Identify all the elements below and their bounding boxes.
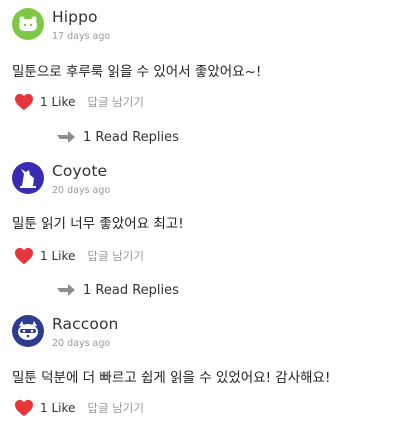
username: Raccoon	[52, 315, 119, 333]
comment-actions: 1 Like 답글 남기기	[14, 399, 144, 417]
timestamp: 17 days ago	[52, 31, 111, 42]
like-button[interactable]: 1 Like	[14, 93, 75, 111]
reply-button[interactable]: 답글 남기기	[87, 400, 144, 416]
comment-text: 밀툰으로 후루룩 읽을 수 있어서 좋았어요~!	[12, 64, 262, 80]
avatar[interactable]	[12, 162, 44, 194]
like-button[interactable]: 1 Like	[14, 399, 75, 417]
avatar[interactable]	[12, 315, 44, 347]
read-replies-label: 1 Read Replies	[83, 282, 179, 298]
reply-button[interactable]: 답글 남기기	[87, 94, 144, 110]
read-replies-button[interactable]: 1 Read Replies	[56, 280, 179, 300]
comment-actions: 1 Like 답글 남기기	[14, 93, 144, 111]
hippo-icon	[12, 8, 44, 40]
timestamp: 20 days ago	[52, 338, 111, 349]
comment-text: 밀툰 덕분에 더 빠르고 쉽게 읽을 수 있었어요! 감사해요!	[12, 370, 331, 386]
heart-icon	[15, 93, 33, 111]
comment-actions: 1 Like 답글 남기기	[14, 247, 144, 265]
timestamp: 20 days ago	[52, 185, 111, 196]
username: Hippo	[52, 8, 98, 26]
coyote-icon	[12, 162, 44, 194]
like-count: 1 Like	[40, 401, 76, 415]
raccoon-icon	[12, 315, 44, 347]
avatar[interactable]	[12, 8, 44, 40]
read-replies-button[interactable]: 1 Read Replies	[56, 127, 179, 147]
like-count: 1 Like	[40, 249, 76, 263]
like-count: 1 Like	[40, 95, 76, 109]
reply-arrow-icon	[57, 131, 75, 143]
username: Coyote	[52, 162, 108, 180]
reply-arrow-icon	[57, 284, 75, 296]
heart-icon	[15, 399, 33, 417]
reply-button[interactable]: 답글 남기기	[87, 248, 144, 264]
like-button[interactable]: 1 Like	[14, 247, 75, 265]
read-replies-label: 1 Read Replies	[83, 129, 179, 145]
comment-text: 밀툰 읽기 너무 좋았어요 최고!	[12, 216, 184, 232]
heart-icon	[15, 247, 33, 265]
